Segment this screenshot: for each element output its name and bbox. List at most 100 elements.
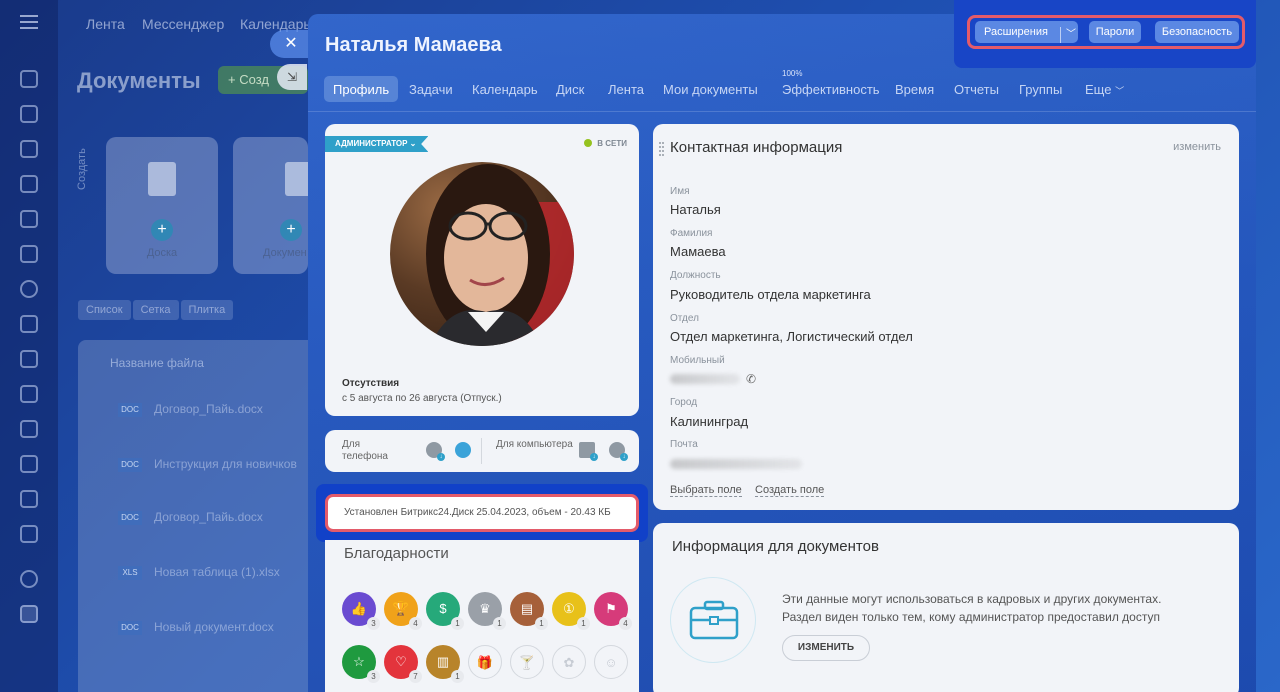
table-row[interactable]: DOC Договор_Пайь.docx	[118, 402, 263, 417]
view-grid[interactable]: Сетка	[132, 300, 179, 320]
avatar[interactable]	[390, 162, 574, 346]
apps-card: Для телефона ↓ Для компьютера ↓ ↓	[325, 430, 639, 472]
star-badge-icon[interactable]: ☆ 3	[342, 645, 380, 683]
table-row[interactable]: DOC Договор_Пайь.docx	[118, 510, 263, 525]
rail-icon-calendar[interactable]	[20, 175, 38, 193]
menu-icon[interactable]	[20, 15, 38, 29]
file-type-badge: DOC	[118, 457, 142, 472]
expand-slider-button[interactable]: ⇲	[277, 64, 307, 90]
view-list[interactable]: Список	[78, 300, 131, 320]
choose-field-link[interactable]: Выбрать поле	[670, 484, 742, 497]
rail-icon-checklist[interactable]	[20, 385, 38, 403]
tab-time[interactable]: Время	[895, 76, 934, 102]
documents-edit-button[interactable]: ИЗМЕНИТЬ	[782, 635, 870, 661]
card-label: Докумен	[263, 247, 307, 259]
thumbs-up-badge-icon[interactable]: 👍 3	[342, 592, 380, 630]
money-badge-icon[interactable]: $1	[426, 592, 464, 630]
tab-disk[interactable]: Диск	[556, 76, 584, 102]
create-field-link[interactable]: Создать поле	[755, 484, 825, 497]
rail-icon-docs[interactable]	[20, 210, 38, 228]
trophy-badge-icon[interactable]: 🏆 4	[384, 592, 422, 630]
rail-icon-crm[interactable]	[20, 280, 38, 298]
rail-icon-table[interactable]	[20, 420, 38, 438]
tab-groups[interactable]: Группы	[1019, 76, 1062, 102]
nav-feed[interactable]: Лента	[86, 16, 125, 32]
phone-icon[interactable]: ✆	[746, 372, 756, 386]
file-name: Новая таблица (1).xlsx	[154, 565, 280, 579]
view-tiles[interactable]: Плитка	[180, 300, 234, 320]
beer-badge-icon[interactable]: ▥ 1	[426, 645, 464, 683]
documents-info-line-2: Раздел виден только тем, кому администра…	[782, 610, 1160, 624]
field-value-department: Отдел маркетинга, Логистический отдел	[670, 329, 913, 344]
card-label: Доска	[146, 247, 178, 259]
tab-calendar[interactable]: Календарь	[472, 76, 538, 102]
board-icon	[148, 162, 176, 196]
rail-icon-tasks[interactable]	[20, 105, 38, 123]
field-value-email-blurred[interactable]	[670, 459, 802, 469]
file-name: Договор_Пайь.docx	[154, 510, 263, 524]
rail-icon-more[interactable]	[20, 605, 38, 623]
tab-feed[interactable]: Лента	[608, 76, 644, 102]
rail-icon-computer[interactable]	[20, 490, 38, 508]
file-type-badge: DOC	[118, 510, 142, 525]
create-board-card[interactable]: + Доска	[106, 137, 218, 274]
profile-slider: Наталья Мамаева Профиль Задачи Календарь…	[308, 14, 1256, 692]
role-badge[interactable]: АДМИНИСТРАТОР ⌄	[325, 136, 429, 152]
absence-title: Отсутствия	[342, 378, 400, 389]
rail-icon-contacts[interactable]	[20, 315, 38, 333]
tab-efficiency[interactable]: 100% Эффективность	[782, 69, 880, 102]
heart-badge-icon[interactable]: ♡ 7	[384, 645, 422, 683]
tab-my-documents[interactable]: Мои документы	[663, 76, 758, 102]
nav-messenger[interactable]: Мессенджер	[142, 16, 224, 32]
drag-handle-icon[interactable]	[659, 142, 664, 156]
badge-count: 1	[535, 617, 548, 630]
tab-tasks[interactable]: Задачи	[409, 76, 453, 102]
extensions-button[interactable]: Расширения ﹀	[975, 21, 1078, 43]
cake-badge-icon[interactable]: ▤ 1	[510, 592, 548, 630]
rail-icon-sign[interactable]	[20, 350, 38, 368]
contact-edit-link[interactable]: изменить	[1173, 141, 1221, 153]
appstore-icon[interactable]	[455, 442, 471, 458]
badge-count: 3	[367, 617, 380, 630]
plus-icon: +	[151, 219, 173, 241]
rail-icon-activity[interactable]	[20, 70, 38, 88]
security-button[interactable]: Безопасность	[1155, 21, 1239, 43]
file-name: Новый документ.docx	[154, 620, 274, 634]
tab-more[interactable]: Еще ﹀	[1085, 76, 1124, 102]
smile-badge-icon[interactable]: ☺	[594, 645, 628, 679]
coin-badge-icon[interactable]: ①1	[552, 592, 590, 630]
rail-icon-settings[interactable]	[20, 570, 38, 588]
table-row[interactable]: XLS Новая таблица (1).xlsx	[118, 565, 280, 580]
page-title: Документы	[77, 68, 201, 93]
tab-reports[interactable]: Отчеты	[954, 76, 999, 102]
passwords-button[interactable]: Пароли	[1089, 21, 1141, 43]
table-row[interactable]: DOC Инструкция для новичков	[118, 457, 297, 472]
rail-icon-cart[interactable]	[20, 525, 38, 543]
field-label-position: Должность	[670, 270, 721, 281]
close-slider-button[interactable]: ✕	[270, 30, 312, 58]
badge-count: 4	[409, 617, 422, 630]
flower-badge-icon[interactable]: ✿	[552, 645, 586, 679]
crown-badge-icon[interactable]: ♛ 1	[468, 592, 506, 630]
tab-profile[interactable]: Профиль	[324, 76, 399, 102]
android-icon[interactable]: ↓	[426, 442, 445, 461]
field-value-position: Руководитель отдела маркетинга	[670, 287, 871, 302]
apple-icon[interactable]: ↓	[609, 442, 628, 461]
gift-badge-icon[interactable]: 🎁	[468, 645, 502, 679]
flag-badge-icon[interactable]: ⚑ 4	[594, 592, 632, 630]
windows-icon[interactable]: ↓	[579, 442, 598, 461]
briefcase-icon	[670, 577, 756, 663]
table-row[interactable]: DOC Новый документ.docx	[118, 620, 274, 635]
rail-icon-chat[interactable]	[20, 140, 38, 158]
cocktail-badge-icon[interactable]: 🍸	[510, 645, 544, 679]
rail-icon-store[interactable]	[20, 455, 38, 473]
create-button-label: Созд	[239, 72, 269, 87]
create-doc-card[interactable]: + Докумен	[233, 137, 313, 274]
field-label-email: Почта	[670, 439, 698, 450]
chevron-down-icon[interactable]: ﹀	[1066, 24, 1076, 46]
rail-icon-mail[interactable]	[20, 245, 38, 263]
create-vertical-label: Создать	[76, 148, 88, 190]
download-icon: ↓	[437, 453, 445, 461]
badge-count: 1	[493, 617, 506, 630]
file-type-badge: DOC	[118, 620, 142, 635]
